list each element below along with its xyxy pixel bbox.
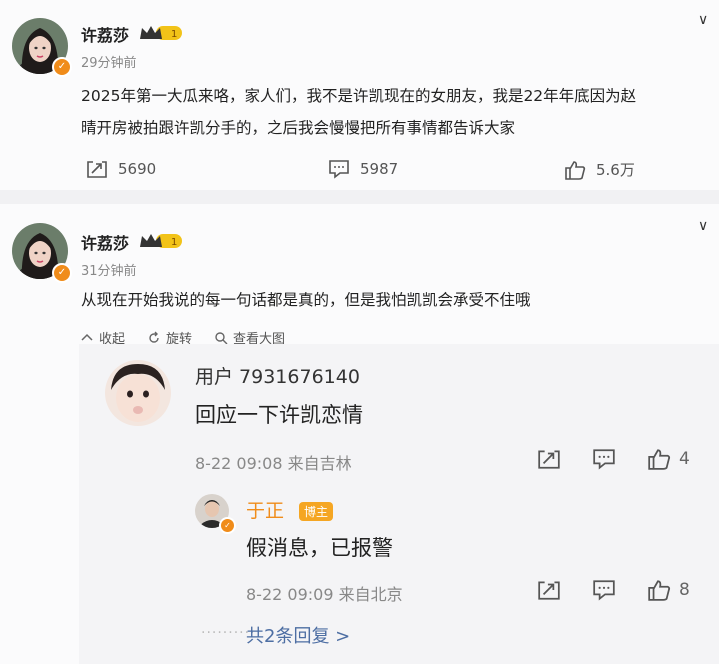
magnifier-icon xyxy=(215,331,228,344)
thumbs-up-icon xyxy=(565,160,586,180)
svg-text:1: 1 xyxy=(171,237,177,248)
comment-text: 回应一下许凯恋情 xyxy=(195,403,363,427)
comment-icon xyxy=(329,160,349,179)
commenter-avatar[interactable] xyxy=(105,360,171,426)
post-content: 2025年第一大瓜来咯，家人们，我不是许凯现在的女朋友，我是22年年底因为赵 晴… xyxy=(81,80,636,144)
comment-icon[interactable] xyxy=(592,579,616,601)
replier-name[interactable]: 于正 xyxy=(246,496,284,523)
blogger-badge: 博主 xyxy=(299,502,334,521)
post-content-line: 晴开房被拍跟许凯分手的，之后我会慢慢把所有事情都告诉大家 xyxy=(81,119,516,137)
post-time: 29分钟前 xyxy=(81,56,137,71)
repost-icon xyxy=(87,161,107,178)
post-content: 从现在开始我说的每一句话都是真的，但是我怕凯凯会承受不住哦 xyxy=(81,291,531,309)
repost-icon[interactable] xyxy=(537,579,561,601)
repost-button[interactable]: 5690 xyxy=(86,159,156,179)
like-button[interactable]: 5.6万 xyxy=(564,159,635,180)
repost-count: 5690 xyxy=(118,160,157,178)
verified-badge-icon: ✓ xyxy=(219,517,236,534)
svg-text:1: 1 xyxy=(171,29,177,40)
crown-icon: 1 xyxy=(140,234,182,248)
post-card: ✓ 许荔莎 1 31分钟前 ∨ 从现在开始我说的每一句话都是真的，但是我怕凯凯会… xyxy=(0,204,719,664)
thumbs-up-icon[interactable] xyxy=(647,448,671,470)
commenter-name[interactable]: 用户 7931676140 xyxy=(195,362,360,389)
more-replies-link[interactable]: 共2条回复 > xyxy=(246,622,350,648)
post-time: 31分钟前 xyxy=(81,264,137,279)
post-card: ✓ 许荔莎 1 29分钟前 ∨ 2025年第一大瓜来咯，家人们，我不是许凯现在的… xyxy=(0,0,719,190)
repost-icon[interactable] xyxy=(537,448,561,470)
verified-badge-icon: ✓ xyxy=(52,263,72,283)
collapse-icon xyxy=(81,333,93,341)
author-name[interactable]: 许荔莎 xyxy=(81,230,129,254)
chevron-down-icon[interactable]: ∨ xyxy=(698,218,708,234)
verified-badge-icon: ✓ xyxy=(52,57,72,77)
comment-button[interactable]: 5987 xyxy=(328,159,398,179)
reply-actions: 8 xyxy=(537,579,690,601)
chevron-down-icon[interactable]: ∨ xyxy=(698,12,708,28)
comment-actions: 4 xyxy=(537,448,690,470)
reply-text: 假消息，已报警 xyxy=(246,536,393,560)
comment-screenshot: 用户 7931676140 回应一下许凯恋情 8-22 09:08 来自吉林 4 xyxy=(79,344,719,664)
reply-like-count: 8 xyxy=(679,580,690,600)
crown-icon: 1 xyxy=(140,26,182,40)
comment-icon[interactable] xyxy=(592,448,616,470)
comment-meta: 8-22 09:08 来自吉林 xyxy=(195,454,352,473)
comment-like-count: 4 xyxy=(679,449,690,469)
post-content-line: 2025年第一大瓜来咯，家人们，我不是许凯现在的女朋友，我是22年年底因为赵 xyxy=(81,87,637,105)
comment-count: 5987 xyxy=(360,160,399,178)
rotate-icon xyxy=(149,331,159,343)
author-name[interactable]: 许荔莎 xyxy=(81,22,129,46)
like-count: 5.6万 xyxy=(596,161,635,179)
thumbs-up-icon[interactable] xyxy=(647,579,671,601)
reply-meta: 8-22 09:09 来自北京 xyxy=(246,585,403,604)
